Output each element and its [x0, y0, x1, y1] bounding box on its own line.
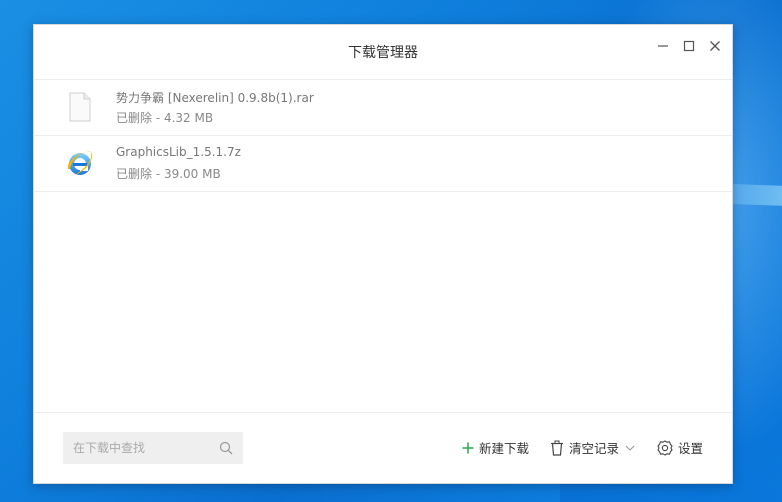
window-title: 下载管理器: [348, 45, 418, 61]
internet-explorer-icon: [67, 151, 93, 175]
minimize-icon: [658, 45, 668, 47]
search-input[interactable]: [73, 432, 213, 464]
generic-file-icon: [69, 92, 91, 122]
settings-label: 设置: [678, 441, 704, 456]
download-item[interactable]: GraphicsLib_1.5.1.7z 已删除 - 39.00 MB: [34, 136, 732, 192]
trash-icon: [551, 440, 563, 456]
maximize-button[interactable]: [677, 35, 701, 57]
minimize-button[interactable]: [651, 35, 675, 57]
download-item[interactable]: 势力争霸 [Nexerelin] 0.9.8b(1).rar 已删除 - 4.3…: [34, 80, 732, 136]
clear-records-label: 清空记录: [569, 441, 620, 456]
gear-icon: [657, 439, 673, 456]
close-button[interactable]: [703, 35, 727, 57]
close-icon: [710, 41, 720, 51]
settings-button[interactable]: 设置: [657, 438, 703, 457]
clear-records-button[interactable]: 清空记录: [550, 438, 640, 457]
download-status: 已删除 - 4.32 MB: [116, 111, 214, 125]
plus-icon: [462, 442, 474, 453]
search-box: [63, 432, 243, 464]
download-list: 势力争霸 [Nexerelin] 0.9.8b(1).rar 已删除 - 4.3…: [34, 80, 732, 192]
download-manager-window: 下载管理器 势力争霸 [Nexerelin] 0.9.8b(1).rar 已删除…: [33, 24, 733, 484]
new-download-label: 新建下载: [479, 441, 530, 456]
maximize-icon: [683, 40, 695, 52]
search-icon[interactable]: [219, 441, 233, 455]
download-filename: GraphicsLib_1.5.1.7z: [116, 145, 241, 159]
chevron-down-icon: [625, 445, 635, 451]
download-status: 已删除 - 39.00 MB: [116, 167, 221, 181]
new-download-button[interactable]: 新建下载: [462, 438, 529, 457]
download-filename: 势力争霸 [Nexerelin] 0.9.8b(1).rar: [116, 91, 314, 105]
title-bar: 下载管理器: [34, 25, 732, 80]
footer-bar: 新建下载 清空记录 设置: [34, 412, 732, 483]
